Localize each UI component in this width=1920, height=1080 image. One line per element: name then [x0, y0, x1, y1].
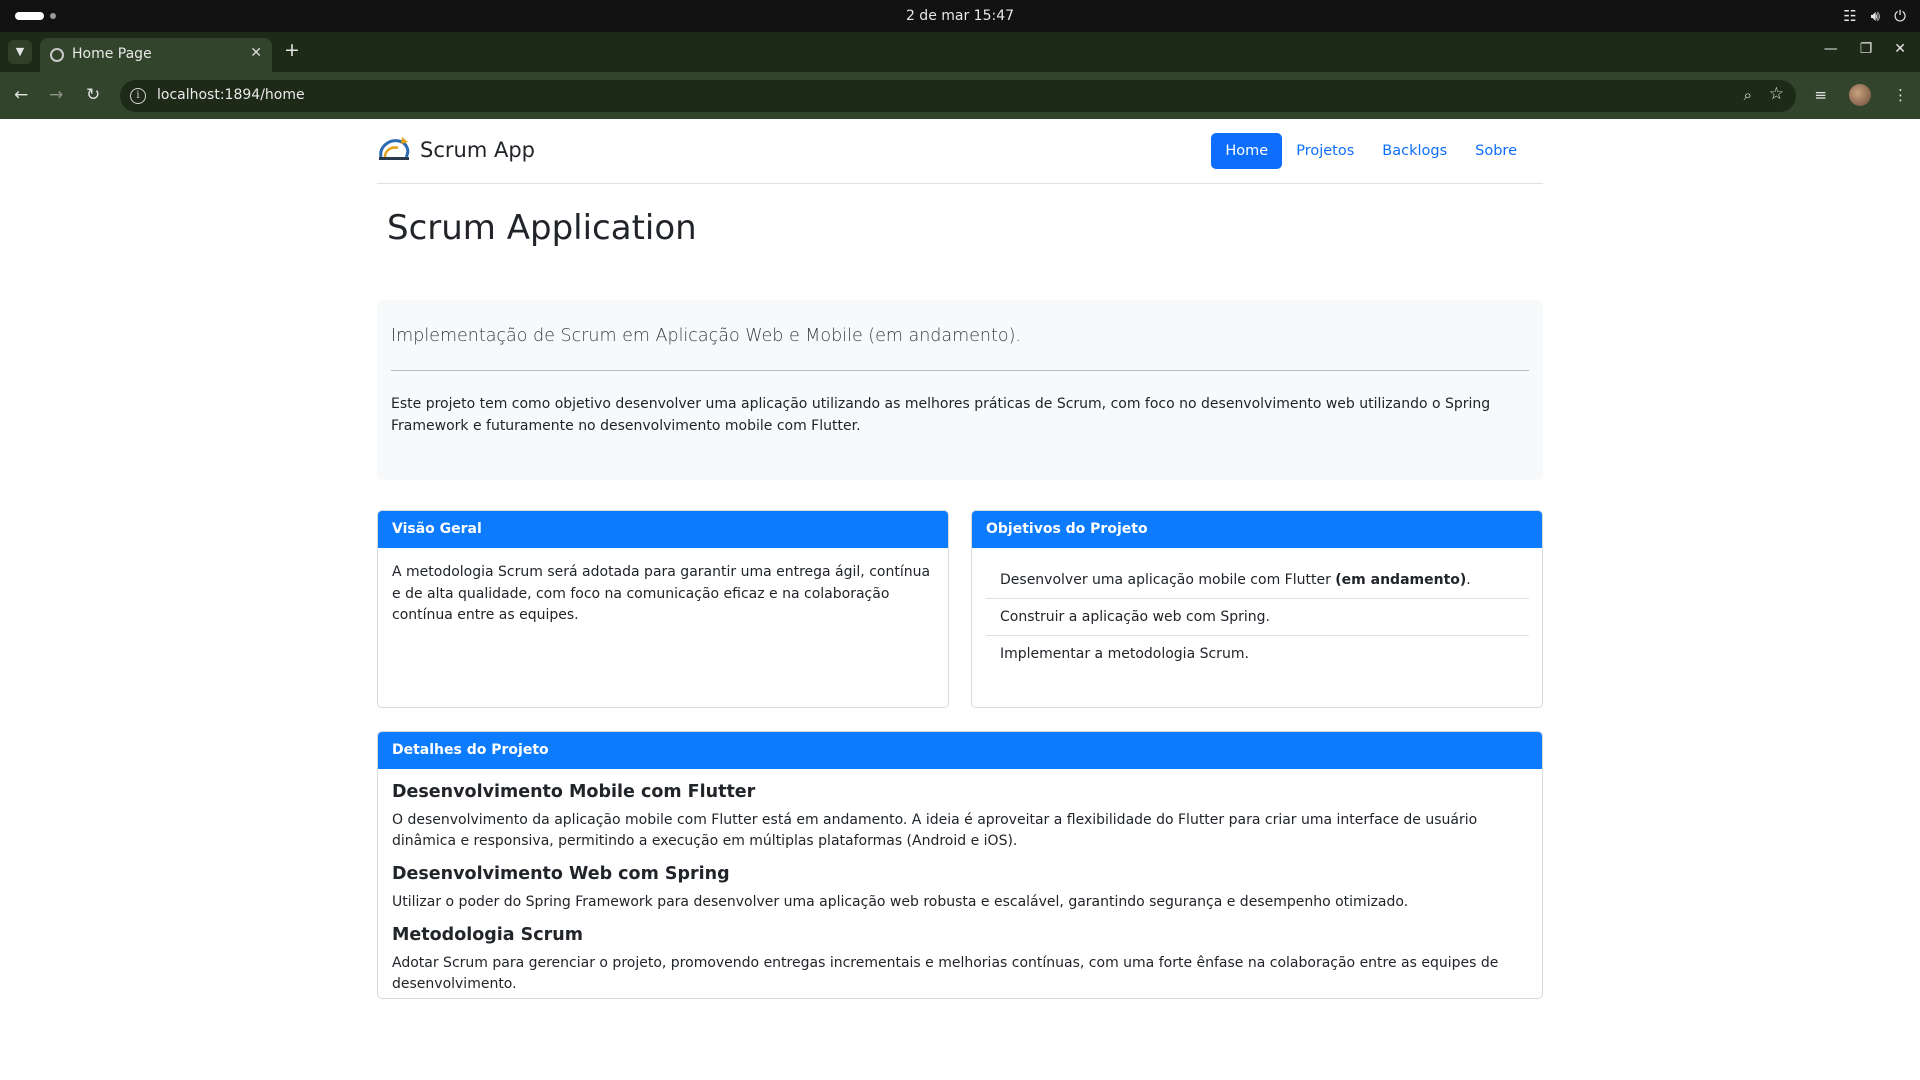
avatar[interactable] — [1849, 84, 1871, 106]
minimize-icon[interactable]: — — [1824, 41, 1838, 57]
objetivo-1-suffix: . — [1466, 572, 1471, 588]
bookmark-star-icon[interactable]: ☆ — [1769, 84, 1784, 104]
zoom-icon[interactable]: ⌕ — [1744, 86, 1752, 104]
visao-geral-text: A metodologia Scrum será adotada para ga… — [392, 564, 931, 623]
objetivos-list: Desenvolver uma aplicação mobile com Flu… — [972, 548, 1542, 672]
card-objetivos: Objetivos do Projeto Desenvolver uma apl… — [971, 510, 1543, 708]
os-top-bar: 2 de mar 15:47 ☷ 🔊︎ ⏻ — [0, 0, 1920, 32]
detalhe-title-mobile: Desenvolvimento Mobile com Flutter — [392, 782, 756, 802]
power-icon: ⏻ — [1894, 7, 1906, 25]
detalhe-text-scrum: Adotar Scrum para gerenciar o projeto, p… — [392, 955, 1499, 992]
detalhes-body: Desenvolvimento Mobile com Flutter O des… — [378, 769, 1542, 998]
detalhe-text-web: Utilizar o poder do Spring Framework par… — [392, 894, 1409, 910]
nav-backlogs[interactable]: Backlogs — [1368, 133, 1461, 169]
card-header-visao-geral: Visão Geral — [378, 511, 948, 548]
web-page: Scrum App Home Projetos Backlogs Sobre S… — [0, 119, 1920, 1080]
address-bar[interactable]: i localhost:1894/home ⌕ ☆ — [120, 80, 1796, 112]
detalhe-title-web: Desenvolvimento Web com Spring — [392, 864, 730, 884]
card-visao-geral: Visão Geral A metodologia Scrum será ado… — [377, 510, 949, 708]
volume-icon: 🔊︎ — [1870, 7, 1881, 25]
system-clock[interactable]: 2 de mar 15:47 — [0, 8, 1920, 24]
nav-links: Home Projetos Backlogs Sobre — [1211, 133, 1531, 169]
toolbar-actions: ≡ ⋮ — [1814, 84, 1908, 106]
window-close-icon[interactable]: ✕ — [1894, 41, 1906, 57]
nav-projetos[interactable]: Projetos — [1282, 133, 1368, 169]
objetivo-1-prefix: Desenvolver uma aplicação mobile com Flu… — [1000, 572, 1336, 588]
browser-tab-strip: ▼ Home Page ✕ + — ❐ ✕ — [0, 32, 1920, 72]
system-tray[interactable]: ☷ 🔊︎ ⏻ — [1843, 7, 1906, 25]
browser-tab[interactable]: Home Page ✕ — [40, 38, 272, 72]
site-info-icon[interactable]: i — [130, 88, 146, 104]
list-item: Desenvolver uma aplicação mobile com Flu… — [986, 562, 1529, 599]
globe-icon — [50, 48, 64, 62]
new-tab-button[interactable]: + — [284, 39, 300, 61]
tab-title: Home Page — [72, 46, 152, 62]
browser-toolbar: ← → ↻ i localhost:1894/home ⌕ ☆ ≡ ⋮ — [0, 72, 1920, 119]
card-header-objetivos: Objetivos do Projeto — [972, 511, 1542, 548]
detalhe-title-scrum: Metodologia Scrum — [392, 925, 583, 945]
brand-name[interactable]: Scrum App — [420, 138, 535, 162]
card-header-detalhes: Detalhes do Projeto — [378, 732, 1542, 769]
menu-kebab-icon[interactable]: ⋮ — [1893, 86, 1908, 104]
back-arrow-icon[interactable]: ← — [14, 85, 28, 105]
maximize-icon[interactable]: ❐ — [1860, 41, 1873, 57]
reload-icon[interactable]: ↻ — [86, 85, 100, 105]
close-icon[interactable]: ✕ — [250, 45, 262, 61]
tab-search-button[interactable]: ▼ — [8, 40, 32, 64]
media-control-icon[interactable]: ≡ — [1814, 86, 1827, 104]
window-controls: — ❐ ✕ — [1824, 41, 1906, 57]
list-item: Implementar a metodologia Scrum. — [1000, 646, 1249, 662]
network-icon: ☷ — [1843, 7, 1857, 25]
scrum-logo-icon[interactable] — [377, 133, 413, 163]
forward-arrow-icon[interactable]: → — [49, 85, 63, 105]
lead-text: Implementação de Scrum em Aplicação Web … — [391, 326, 1021, 346]
url-text[interactable]: localhost:1894/home — [157, 87, 305, 103]
list-item: Construir a aplicação web com Spring. — [986, 599, 1529, 636]
objetivo-1-status: (em andamento) — [1335, 572, 1467, 588]
intro-jumbotron: Implementação de Scrum em Aplicação Web … — [377, 300, 1543, 480]
detalhe-text-mobile: O desenvolvimento da aplicação mobile co… — [392, 812, 1478, 849]
card-detalhes: Detalhes do Projeto Desenvolvimento Mobi… — [377, 731, 1543, 999]
intro-text: Este projeto tem como objetivo desenvolv… — [391, 396, 1491, 434]
nav-sobre[interactable]: Sobre — [1461, 133, 1531, 169]
site-navbar: Scrum App Home Projetos Backlogs Sobre — [377, 119, 1543, 184]
nav-home[interactable]: Home — [1211, 133, 1283, 169]
divider — [391, 370, 1529, 371]
page-title: Scrum Application — [387, 208, 697, 248]
